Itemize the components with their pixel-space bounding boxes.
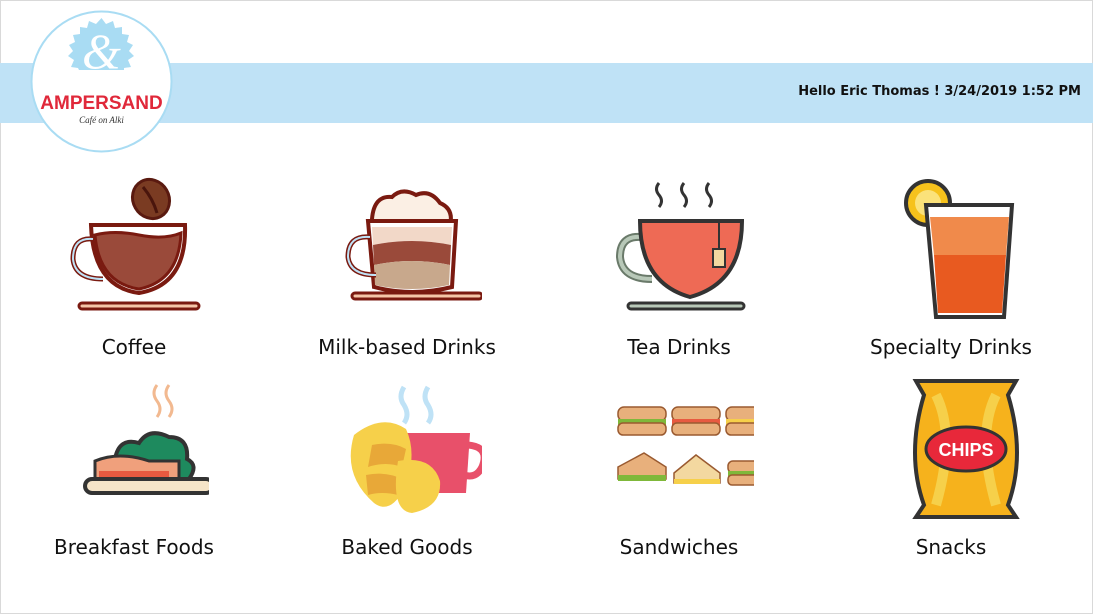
category-label: Coffee <box>101 335 167 359</box>
category-label: Baked Goods <box>341 535 473 559</box>
logo-tagline: Café on Alki <box>79 115 124 125</box>
category-label: Tea Drinks <box>627 335 731 359</box>
category-baked-goods[interactable]: Baked Goods <box>297 375 517 559</box>
tea-cup-icon <box>615 182 746 311</box>
breakfast-plate-icon <box>83 384 209 495</box>
category-specialty-drinks[interactable]: Specialty Drinks <box>841 175 1061 359</box>
svg-text:CHIPS: CHIPS <box>938 440 993 460</box>
logo-mark: & <box>82 23 121 79</box>
coffee-cup-icon <box>70 177 201 311</box>
chips-bag-icon: CHIPS <box>912 379 1020 519</box>
latte-cup-icon <box>345 189 482 301</box>
category-breakfast-foods[interactable]: Breakfast Foods <box>24 375 244 559</box>
category-coffee[interactable]: Coffee <box>24 175 244 359</box>
category-label: Specialty Drinks <box>870 335 1032 359</box>
croissant-coffee-icon <box>350 385 482 513</box>
category-label: Sandwiches <box>619 535 739 559</box>
category-snacks[interactable]: CHIPS Snacks <box>841 375 1061 559</box>
category-milk-based-drinks[interactable]: Milk-based Drinks <box>297 175 517 359</box>
category-label: Snacks <box>915 535 987 559</box>
greeting-text: Hello Eric Thomas ! 3/24/2019 1:52 PM <box>798 84 1081 99</box>
logo-name: AMPERSAND <box>40 93 162 114</box>
sandwiches-icon <box>617 406 754 486</box>
iced-drink-icon <box>904 179 1015 319</box>
category-sandwiches[interactable]: Sandwiches <box>569 375 789 559</box>
category-label: Milk-based Drinks <box>318 335 496 359</box>
ampersand-logo[interactable]: & AMPERSAND Café on Alki <box>30 10 173 153</box>
category-tea-drinks[interactable]: Tea Drinks <box>569 175 789 359</box>
category-label: Breakfast Foods <box>54 535 214 559</box>
